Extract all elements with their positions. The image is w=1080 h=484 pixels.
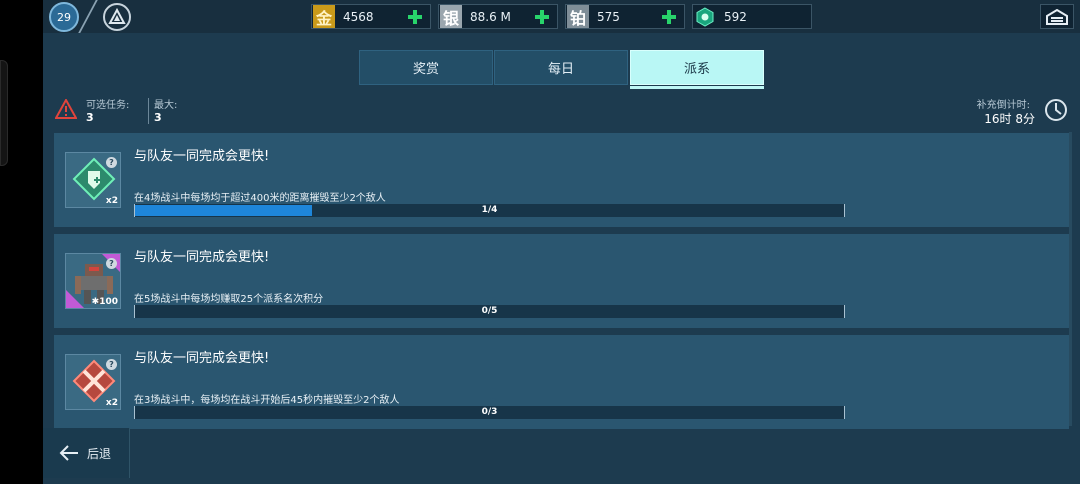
quest-reward-thumbnail[interactable]: ? x2 (65, 354, 121, 410)
stage: 29 金 4568 银 88.6 M 铂 575 592 奖赏 每日 派系 可选… (0, 0, 1080, 484)
back-button[interactable]: 后退 (43, 428, 130, 478)
quest-reward-count: x2 (105, 196, 118, 206)
gold-value: 4568 (343, 9, 374, 24)
tab-faction-label: 派系 (683, 62, 710, 77)
add-silver-button[interactable] (531, 6, 553, 28)
player-level-badge[interactable]: 29 (49, 2, 79, 32)
gem-icon (694, 5, 716, 28)
quest-card[interactable]: ? x2 与队友一同完成会更快! 在3场战斗中，每场均在战斗开始后45秒内摧毁至… (54, 335, 1069, 429)
player-level: 29 (57, 10, 71, 24)
quest-reward-amount: 100 (99, 297, 118, 307)
currency-keys: 592 (692, 4, 812, 29)
quest-reward-count: x2 (105, 398, 118, 408)
quest-reward-thumbnail[interactable]: ? x2 (65, 152, 121, 208)
quest-title: 与队友一同完成会更快! (134, 149, 270, 164)
tab-rewards[interactable]: 奖赏 (359, 50, 493, 85)
quest-description: 在5场战斗中每场均赚取25个派系名次积分 (134, 294, 324, 305)
gold-icon: 金 (313, 5, 335, 28)
quest-help-icon[interactable]: ? (106, 157, 117, 168)
add-gold-button[interactable] (404, 6, 426, 28)
quest-description: 在3场战斗中，每场均在战斗开始后45秒内摧毁至少2个敌人 (134, 395, 400, 406)
quest-help-icon[interactable]: ? (106, 359, 117, 370)
quest-help-icon[interactable]: ? (106, 258, 117, 269)
divider (78, 0, 98, 33)
arrow-left-icon (59, 445, 78, 461)
quest-progress-bar: 0/5 (134, 305, 845, 318)
available-tasks-label: 可选任务: (86, 100, 130, 111)
add-platinum-button[interactable] (658, 6, 680, 28)
rank-emblem-icon[interactable] (103, 3, 131, 31)
hangar-icon (1046, 8, 1068, 25)
tab-rewards-label: 奖赏 (412, 62, 439, 77)
back-label: 后退 (87, 446, 112, 461)
max-tasks-label: 最大: (154, 100, 178, 111)
silver-icon-label: 银 (442, 8, 459, 28)
refill-timer-value: 16时 8分 (984, 112, 1035, 126)
tab-daily[interactable]: 每日 (494, 50, 628, 85)
quest-reward-count: ✱100 (92, 297, 118, 307)
quest-title: 与队友一同完成会更快! (134, 250, 270, 265)
game-screen: 29 金 4568 银 88.6 M 铂 575 592 奖赏 每日 派系 可选… (43, 0, 1080, 484)
silver-icon: 银 (440, 5, 462, 28)
platinum-icon-label: 铂 (569, 8, 586, 28)
quest-progress-bar: 0/3 (134, 406, 845, 419)
currency-silver: 银 88.6 M (438, 4, 558, 29)
gold-icon-label: 金 (315, 8, 332, 28)
quest-progress-text: 0/5 (481, 306, 498, 316)
quest-description: 在4场战斗中每场均于超过400米的距离摧毁至少2个敌人 (134, 193, 386, 204)
quest-reward-thumbnail[interactable]: ? ✱100 (65, 253, 121, 309)
platinum-icon: 铂 (567, 5, 589, 28)
info-divider (148, 98, 149, 124)
tab-daily-label: 每日 (547, 62, 574, 77)
hangar-home-button[interactable] (1040, 4, 1074, 29)
available-tasks-value: 3 (86, 111, 94, 124)
currency-gold: 金 4568 (311, 4, 431, 29)
active-tab-indicator (630, 86, 764, 89)
refill-timer-label: 补充倒计时: (976, 100, 1030, 111)
quest-progress-bar: 1/4 (134, 204, 845, 217)
quest-title: 与队友一同完成会更快! (134, 351, 270, 366)
tab-faction[interactable]: 派系 (630, 50, 764, 85)
top-bar: 29 金 4568 银 88.6 M 铂 575 592 (43, 0, 1080, 33)
max-tasks-value: 3 (154, 111, 162, 124)
warning-icon (55, 99, 77, 119)
gem-value: 592 (724, 9, 747, 24)
quest-progress-text: 0/3 (481, 407, 498, 417)
quest-progress-text: 1/4 (481, 205, 498, 215)
silver-value: 88.6 M (470, 9, 511, 24)
platinum-value: 575 (597, 9, 620, 24)
phone-edge-tab (0, 60, 8, 166)
currency-platinum: 铂 575 (565, 4, 685, 29)
quest-card[interactable]: ? x2 与队友一同完成会更快! 在4场战斗中每场均于超过400米的距离摧毁至少… (54, 133, 1069, 227)
timer-icon (1045, 99, 1067, 121)
quest-list-scrollbar[interactable] (1069, 132, 1072, 426)
quest-card[interactable]: ? ✱100 与队友一同完成会更快! 在5场战斗中每场均赚取25个派系名次积分 … (54, 234, 1069, 328)
